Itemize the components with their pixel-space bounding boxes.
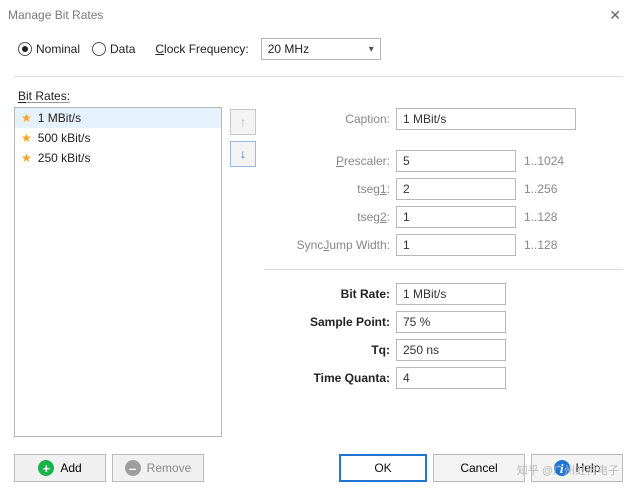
sjw-range: 1..128 [524,238,584,252]
radio-dot-icon [92,42,106,56]
star-icon: ★ [21,152,32,164]
radio-data[interactable]: Data [92,42,135,56]
list-item[interactable]: ★ 250 kBit/s [15,148,221,168]
prescaler-range: 1..1024 [524,154,584,168]
arrow-down-icon: ↓ [240,147,246,161]
sjw-input[interactable] [396,234,516,256]
left-panel: Bit Rates: ★ 1 MBit/s ★ 500 kBit/s ★ 250… [14,87,222,437]
details-panel: Caption: Prescaler: 1..1024 tseg1: 1..25… [264,87,623,437]
row-samplepoint: Sample Point: [264,308,623,336]
caption-label: Caption: [264,112,396,126]
row-caption: Caption: [264,105,623,133]
content-area: Bit Rates: ★ 1 MBit/s ★ 500 kBit/s ★ 250… [0,83,637,437]
row-timequanta: Time Quanta: [264,364,623,392]
row-bitrate: Bit Rate: [264,280,623,308]
tseg2-input[interactable] [396,206,516,228]
bitrate-label: Bit Rate: [264,287,396,301]
row-tseg1: tseg1: 1..256 [264,175,623,203]
row-tseg2: tseg2: 1..128 [264,203,623,231]
separator-inner [264,269,623,270]
caption-input[interactable] [396,108,576,130]
cancel-button[interactable]: Cancel [433,454,525,482]
tseg1-label: tseg1: [264,182,396,196]
radio-data-label: Data [110,42,135,56]
prescaler-label: Prescaler: [264,154,396,168]
star-icon: ★ [21,112,32,124]
row-sjw: SyncJump Width: 1..128 [264,231,623,259]
prescaler-input[interactable] [396,150,516,172]
list-item-label: 250 kBit/s [38,151,91,165]
cancel-button-label: Cancel [460,461,497,475]
sjw-label: SyncJump Width: [264,238,396,252]
reorder-controls: ↑ ↓ [230,109,256,437]
timequanta-label: Time Quanta: [264,371,396,385]
tseg1-input[interactable] [396,178,516,200]
tq-label: Tq: [264,343,396,357]
arrow-up-icon: ↑ [240,115,246,129]
radio-dot-checked-icon [18,42,32,56]
bitrate-output [396,283,506,305]
row-prescaler: Prescaler: 1..1024 [264,147,623,175]
timequanta-output [396,367,506,389]
ok-button[interactable]: OK [339,454,427,482]
samplepoint-output [396,311,506,333]
add-button-label: Add [60,461,81,475]
tseg2-label: tseg2: [264,210,396,224]
row-tq: Tq: [264,336,623,364]
tseg2-range: 1..128 [524,210,584,224]
remove-button-label: Remove [147,461,192,475]
titlebar: Manage Bit Rates ✕ [0,0,637,30]
radio-nominal[interactable]: Nominal [18,42,80,56]
mode-row: Nominal Data Clock Frequency: 20 MHz ▾ [0,30,637,74]
radio-nominal-label: Nominal [36,42,80,56]
star-icon: ★ [21,132,32,144]
move-up-button[interactable]: ↑ [230,109,256,135]
list-item[interactable]: ★ 500 kBit/s [15,128,221,148]
chevron-down-icon: ▾ [369,44,374,55]
samplepoint-label: Sample Point: [264,315,396,329]
window-title: Manage Bit Rates [8,8,601,22]
add-button[interactable]: + Add [14,454,106,482]
clock-freq-combobox[interactable]: 20 MHz ▾ [261,38,381,60]
bitrates-label: Bit Rates: [18,89,222,103]
ok-button-label: OK [374,461,391,475]
clock-freq-label: Clock Frequency: [155,42,248,56]
list-item[interactable]: ★ 1 MBit/s [15,108,221,128]
watermark: 知乎 @广州虹科电子 [517,462,619,478]
bitrates-listbox[interactable]: ★ 1 MBit/s ★ 500 kBit/s ★ 250 kBit/s [14,107,222,437]
clock-freq-value: 20 MHz [268,42,309,56]
minus-icon: – [125,460,141,476]
remove-button[interactable]: – Remove [112,454,204,482]
separator [14,76,623,77]
tq-output [396,339,506,361]
list-item-label: 500 kBit/s [38,131,91,145]
list-item-label: 1 MBit/s [38,111,81,125]
plus-icon: + [38,460,54,476]
move-down-button[interactable]: ↓ [230,141,256,167]
tseg1-range: 1..256 [524,182,584,196]
close-icon[interactable]: ✕ [601,3,629,28]
